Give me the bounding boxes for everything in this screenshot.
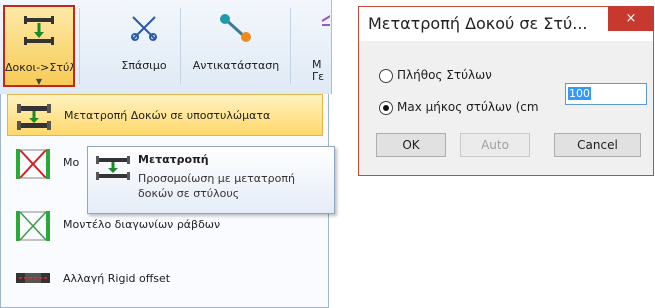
menu-item-label: Αλλαγή Rigid offset [63,272,171,285]
dialog-titlebar[interactable]: Μετατροπή Δοκού σε Στύ... × [359,6,654,41]
ribbon-separator [79,8,80,84]
rigid-offset-icon [13,263,53,296]
beam-to-column-icon [22,15,56,48]
cross-brace-green-icon [13,209,53,246]
tooltip-title: Μετατροπή [138,153,209,166]
split-label: Σπάσιμο [121,59,167,72]
menu-item-label: Μοντέλο διαγωνίων ράβδων [63,218,221,231]
menu-item-label: Μο [63,156,80,169]
replace-label: Αντικατάσταση [192,59,280,72]
beam-to-column-button[interactable]: Δοκοι->Στύλοι ▼ [3,5,75,87]
radio-max-length-label: Max μήκος στύλων (cm [397,100,539,114]
cancel-button[interactable]: Cancel [554,133,641,157]
tooltip: Μετατροπή Προσομοίωση με μετατροπή δοκών… [87,146,335,214]
beam-to-column-label: Δοκοι->Στύλοι [5,61,73,74]
max-length-input[interactable]: 100 [565,83,647,105]
radio-max-length[interactable] [379,101,393,115]
model-label: Μ Γε [312,59,325,83]
beam-to-column-icon [94,153,132,186]
model-button[interactable]: Μ Γε [300,5,330,87]
replace-button[interactable]: Αντικατάσταση [188,5,284,87]
menu-item-beam-column-convert[interactable]: Μετατροπή Δοκών σε υποστυλώματα [7,94,323,136]
tooltip-description: Προσομοίωση με μετατροπή δοκών σε στύλου… [138,172,295,200]
ok-button[interactable]: OK [376,133,446,157]
cross-brace-red-icon [13,147,53,184]
chevron-down-icon: ▼ [35,77,43,86]
max-length-value: 100 [568,87,591,100]
dialog-title: Μετατροπή Δοκού σε Στύ... [368,14,588,33]
close-button[interactable]: × [608,6,654,31]
convert-dialog: Μετατροπή Δοκού σε Στύ... × Πλήθος Στύλω… [358,6,654,176]
close-icon: × [625,11,637,26]
radio-column-count[interactable] [379,69,393,83]
split-icon [129,13,159,46]
ribbon-separator [180,8,181,84]
ribbon-separator [290,8,291,84]
beam-column-convert-icon [14,100,54,133]
auto-button[interactable]: Auto [460,133,530,157]
model-icon [312,13,330,46]
split-button[interactable]: Σπάσιμο [112,5,176,87]
radio-column-count-label: Πλήθος Στύλων [397,68,492,82]
ribbon: Δοκοι->Στύλοι ▼ Σπάσιμο Αντικατάσταση [0,0,332,94]
menu-item-rigid-offset[interactable]: Αλλαγή Rigid offset [7,258,323,300]
menu-item-label: Μετατροπή Δοκών σε υποστυλώματα [64,109,271,122]
replace-icon [219,13,253,46]
